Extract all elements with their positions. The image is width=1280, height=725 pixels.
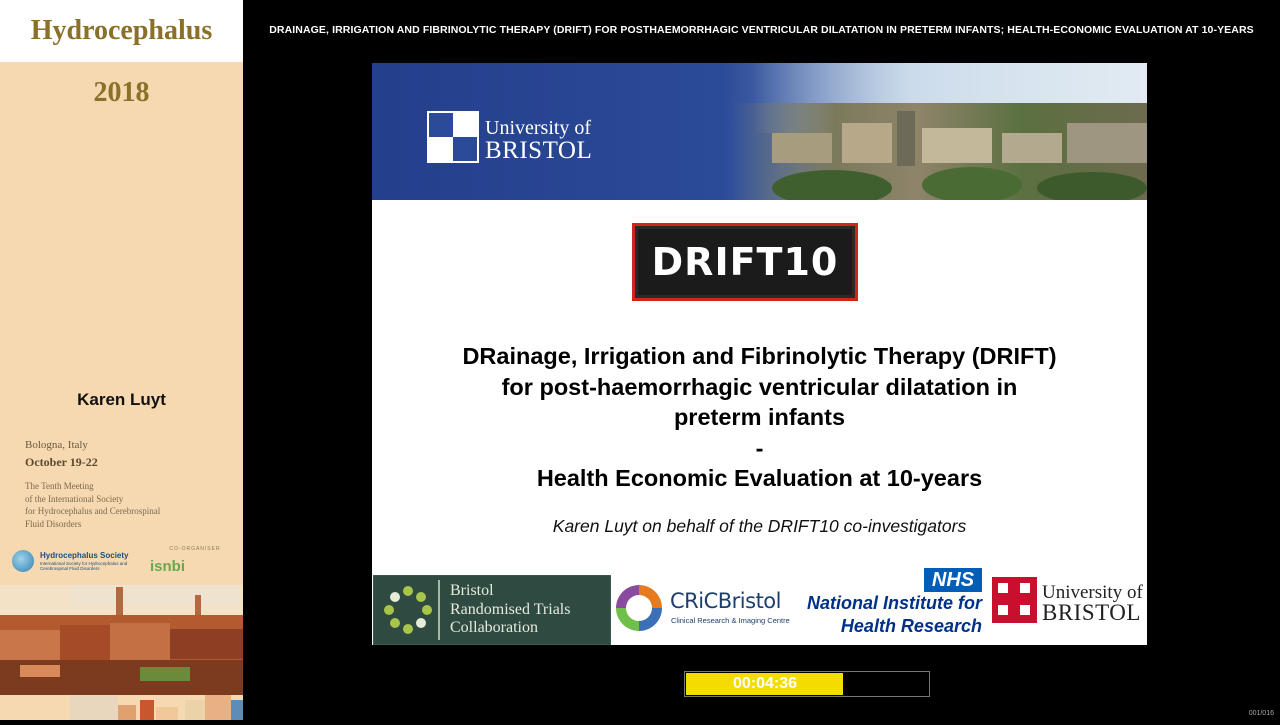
brtc-logo: Bristol Randomised Trials Collaboration [373, 575, 611, 645]
society-subtitle: International Society for Hydrocephalus … [40, 561, 128, 571]
bristol-text: BRISTOL [1042, 600, 1141, 625]
drift10-logo: DRIFT10 [632, 223, 858, 301]
bologna-cityscape-image [0, 585, 243, 695]
cric-name: CRiCBristol [670, 589, 781, 613]
slide-title-line: preterm infants [673, 404, 846, 430]
university-banner: University of BRISTOL [372, 63, 1147, 206]
brtc-name: Bristol Randomised Trials Collaboration [450, 582, 570, 638]
playback-timer[interactable]: 00:04:36 [684, 671, 930, 697]
slide-title-line: for post-haemorrhagic ventricular dilata… [501, 373, 1018, 400]
conference-title: Hydrocephalus 2018 [0, 0, 243, 108]
playback-time: 00:04:36 [732, 675, 798, 692]
cric-circle-icon [616, 585, 662, 631]
conference-place: Bologna, Italy [25, 439, 88, 451]
speaker-name: Karen Luyt [77, 390, 166, 409]
slide-title: DRainage, Irrigation and Fibrinolytic Th… [372, 341, 1147, 494]
slide-counter: 001/016 [1248, 710, 1274, 717]
university-of-bristol-logo: University of BRISTOL [427, 111, 617, 167]
brtc-line: Randomised Trials [450, 600, 571, 618]
bristol-red-crest-icon [992, 577, 1037, 623]
talk-title: DRAINAGE, IRRIGATION AND FIBRINOLYTIC TH… [269, 24, 1254, 36]
talk-title-bar: DRAINAGE, IRRIGATION AND FIBRINOLYTIC TH… [243, 0, 1280, 62]
brtc-dots-icon [378, 580, 440, 640]
hydrocephalus-society-logo: Hydrocephalus Society International Soci… [12, 548, 142, 576]
isnbi-logo-text: isnbi [150, 558, 186, 575]
meeting-line: of the International Society [25, 493, 124, 504]
brtc-line: Bristol [450, 582, 494, 599]
globe-icon [12, 550, 34, 572]
bristol-text: BRISTOL [485, 137, 593, 164]
cric-subtitle: Clinical Research & Imaging Centre [671, 616, 790, 625]
conference-dates: October 19-22 [25, 455, 98, 469]
meeting-line: for Hydrocephalus and Cerebrospinal [25, 506, 161, 516]
presentation-slide: University of BRISTOL DRIFT10 DRainage, … [372, 63, 1147, 645]
slide-author: Karen Luyt on behalf of the DRIFT10 co-i… [552, 516, 967, 536]
brtc-line: Collaboration [450, 619, 538, 636]
conference-sidebar: Hydrocephalus 2018 Karen Luyt Bologna, I… [0, 0, 243, 720]
meeting-line: The Tenth Meeting [25, 481, 94, 491]
slide-title-line: DRainage, Irrigation and Fibrinolytic Th… [462, 343, 1057, 369]
nihr-line1: National Institute for [807, 593, 982, 613]
university-of-bristol-footer-logo: University of BRISTOL [990, 575, 1147, 635]
decorative-tiles [0, 695, 243, 720]
nihr-line2: Health Research [840, 616, 982, 636]
coorganiser-label: CO-ORGANISER [169, 546, 221, 552]
slide-title-line: - [755, 434, 764, 461]
cric-bristol-logo: CRiCBristol Clinical Research & Imaging … [616, 583, 792, 635]
coorganiser-logo: CO-ORGANISER isnbi [150, 546, 240, 578]
meeting-line: Fluid Disorders [25, 518, 82, 529]
drift10-logo-text: DRIFT10 [651, 240, 839, 284]
society-name: Hydrocephalus Society [40, 551, 129, 560]
nhs-badge: NHS [924, 568, 982, 592]
meeting-description: The Tenth Meeting of the International S… [25, 480, 225, 530]
bristol-crest-icon [427, 111, 479, 163]
slide-title-line: Health Economic Evaluation at 10-years [536, 465, 983, 491]
bristol-cityscape-image [732, 103, 1147, 206]
nihr-logo: NHS National Institute for Health Resear… [792, 568, 984, 640]
